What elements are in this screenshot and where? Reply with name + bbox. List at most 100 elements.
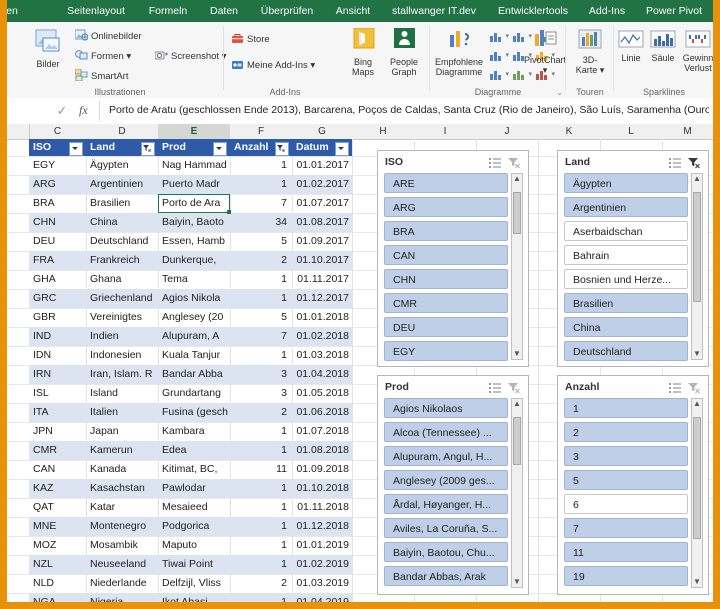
cell-prod[interactable]: Bandar Abba <box>162 365 229 384</box>
table-header-land[interactable]: Land <box>86 139 158 156</box>
meine-addins-item[interactable]: Meine Add-Ins ▾ <box>231 58 315 73</box>
cell-anzahl[interactable]: 1 <box>230 593 287 602</box>
sparkline-linie-button[interactable]: Linie <box>615 30 647 63</box>
empfohlene-diagramme-button[interactable]: Empfohlene Diagramme <box>431 28 487 77</box>
diagramme-dialog-launcher[interactable]: ⌄ <box>556 88 563 97</box>
cell-iso[interactable]: CMR <box>33 441 84 460</box>
fill-handle[interactable] <box>227 210 231 214</box>
slicer-item[interactable]: 1 <box>564 398 688 418</box>
slicer-item[interactable]: BRA <box>384 221 508 241</box>
filter-button-iso[interactable] <box>69 142 83 156</box>
multi-select-icon[interactable] <box>668 381 682 394</box>
cell-anzahl[interactable]: 1 <box>230 517 287 536</box>
formula-bar-input[interactable]: Porto de Aratu (geschlossen Ende 2013), … <box>109 104 709 118</box>
scrollbar-thumb[interactable] <box>513 192 521 234</box>
slicer-item[interactable]: 6 <box>564 494 688 514</box>
cell-prod[interactable]: Fusina (gesch <box>162 403 229 422</box>
cell-datum[interactable]: 01.06.2018 <box>292 403 349 422</box>
cell-prod[interactable]: Kambara <box>162 422 229 441</box>
slicer-item[interactable]: Baiyin, Baotou, Chu... <box>384 542 508 562</box>
store-item[interactable]: Store <box>231 32 270 47</box>
column-header-L[interactable]: L <box>600 124 663 140</box>
scroll-down-arrow[interactable]: ▼ <box>512 577 522 587</box>
cell-prod[interactable]: Alupuram, A <box>162 327 229 346</box>
cell-datum[interactable]: 01.10.2017 <box>292 251 349 270</box>
pivotchart-button[interactable]: PivotChart ▾ <box>523 28 567 75</box>
cell-iso[interactable]: MNE <box>33 517 84 536</box>
clear-filter-icon[interactable] <box>687 381 701 394</box>
cell-iso[interactable]: MOZ <box>33 536 84 555</box>
cell-anzahl[interactable]: 11 <box>230 460 287 479</box>
cell-iso[interactable]: GBR <box>33 308 84 327</box>
cell-iso[interactable]: QAT <box>33 498 84 517</box>
cell-land[interactable]: China <box>90 213 157 232</box>
slicer-item[interactable]: ARG <box>384 197 508 217</box>
column-header-M[interactable]: M <box>662 124 713 140</box>
cell-datum[interactable]: 01.03.2019 <box>292 574 349 593</box>
cell-anzahl[interactable]: 7 <box>230 327 287 346</box>
cell-prod[interactable]: Podgorica <box>162 517 229 536</box>
slicer-scrollbar[interactable]: ▲ ▼ <box>511 173 523 360</box>
cell-prod[interactable]: Tiwai Point <box>162 555 229 574</box>
cell-iso[interactable]: EGY <box>33 156 84 175</box>
cell-prod[interactable]: Dunkerque, <box>162 251 229 270</box>
cell-prod[interactable]: Tema <box>162 270 229 289</box>
cell-prod[interactable]: Delfzijl, Vliss <box>162 574 229 593</box>
slicer-item[interactable]: China <box>564 317 688 337</box>
cell-datum[interactable]: 01.08.2018 <box>292 441 349 460</box>
cell-anzahl[interactable]: 1 <box>230 555 287 574</box>
ribbon-tab-0[interactable]: en <box>7 0 23 22</box>
cell-land[interactable]: Niederlande <box>90 574 157 593</box>
column-header-F[interactable]: F <box>230 124 293 140</box>
select-all-corner[interactable] <box>7 124 30 140</box>
cell-prod[interactable]: Mesaieed <box>162 498 229 517</box>
cell-prod[interactable]: Edea <box>162 441 229 460</box>
cell-datum[interactable]: 01.12.2018 <box>292 517 349 536</box>
cell-anzahl[interactable]: 1 <box>230 479 287 498</box>
cell-iso[interactable]: BRA <box>33 194 84 213</box>
cell-datum[interactable]: 01.10.2018 <box>292 479 349 498</box>
cell-anzahl[interactable]: 1 <box>230 156 287 175</box>
cell-datum[interactable]: 01.07.2018 <box>292 422 349 441</box>
cell-land[interactable]: Island <box>90 384 157 403</box>
cell-iso[interactable]: NZL <box>33 555 84 574</box>
column-header-K[interactable]: K <box>538 124 601 140</box>
column-header-G[interactable]: G <box>292 124 353 140</box>
cell-datum[interactable]: 01.02.2019 <box>292 555 349 574</box>
scroll-up-arrow[interactable]: ▲ <box>692 399 702 409</box>
ribbon-tab-9[interactable]: Power Pivot <box>639 0 709 22</box>
cell-prod[interactable]: Baiyin, Baoto <box>162 213 229 232</box>
slicer-item[interactable]: 5 <box>564 470 688 490</box>
chart-type-pie-button[interactable]: ▾ <box>489 68 509 84</box>
cell-land[interactable]: Nigeria <box>90 593 157 602</box>
scroll-down-arrow[interactable]: ▼ <box>692 349 702 359</box>
cell-anzahl[interactable]: 1 <box>230 441 287 460</box>
cell-iso[interactable]: ISL <box>33 384 84 403</box>
cell-datum[interactable]: 01.05.2018 <box>292 384 349 403</box>
cell-anzahl[interactable]: 3 <box>230 365 287 384</box>
cell-datum[interactable]: 01.04.2019 <box>292 593 349 602</box>
cell-iso[interactable]: KAZ <box>33 479 84 498</box>
filter-button-anzahl[interactable] <box>275 142 289 156</box>
slicer-item[interactable]: Deutschland <box>564 341 688 361</box>
cell-anzahl[interactable]: 7 <box>230 194 287 213</box>
cell-datum[interactable]: 01.07.2017 <box>292 194 349 213</box>
slicer-item[interactable]: Aserbaidschan <box>564 221 688 241</box>
scrollbar-thumb[interactable] <box>693 192 701 302</box>
cell-prod[interactable]: Puerto Madr <box>162 175 229 194</box>
cell-datum[interactable]: 01.12.2017 <box>292 289 349 308</box>
cell-datum[interactable]: 01.02.2017 <box>292 175 349 194</box>
filter-button-datum[interactable] <box>335 142 349 156</box>
column-header-H[interactable]: H <box>352 124 415 140</box>
cell-land[interactable]: Indien <box>90 327 157 346</box>
cell-iso[interactable]: ARG <box>33 175 84 194</box>
formen-dropdown-arrow[interactable]: ▾ <box>126 51 131 62</box>
slicer-item[interactable]: DEU <box>384 317 508 337</box>
scroll-down-arrow[interactable]: ▼ <box>512 349 522 359</box>
cell-datum[interactable]: 01.04.2018 <box>292 365 349 384</box>
slicer-item[interactable]: Bandar Abbas, Arak <box>384 566 508 586</box>
cell-datum[interactable]: 01.01.2017 <box>292 156 349 175</box>
slicer-item[interactable]: 2 <box>564 422 688 442</box>
cell-prod[interactable]: Pawlodar <box>162 479 229 498</box>
slicer-item[interactable]: Alupuram, Angul, H... <box>384 446 508 466</box>
